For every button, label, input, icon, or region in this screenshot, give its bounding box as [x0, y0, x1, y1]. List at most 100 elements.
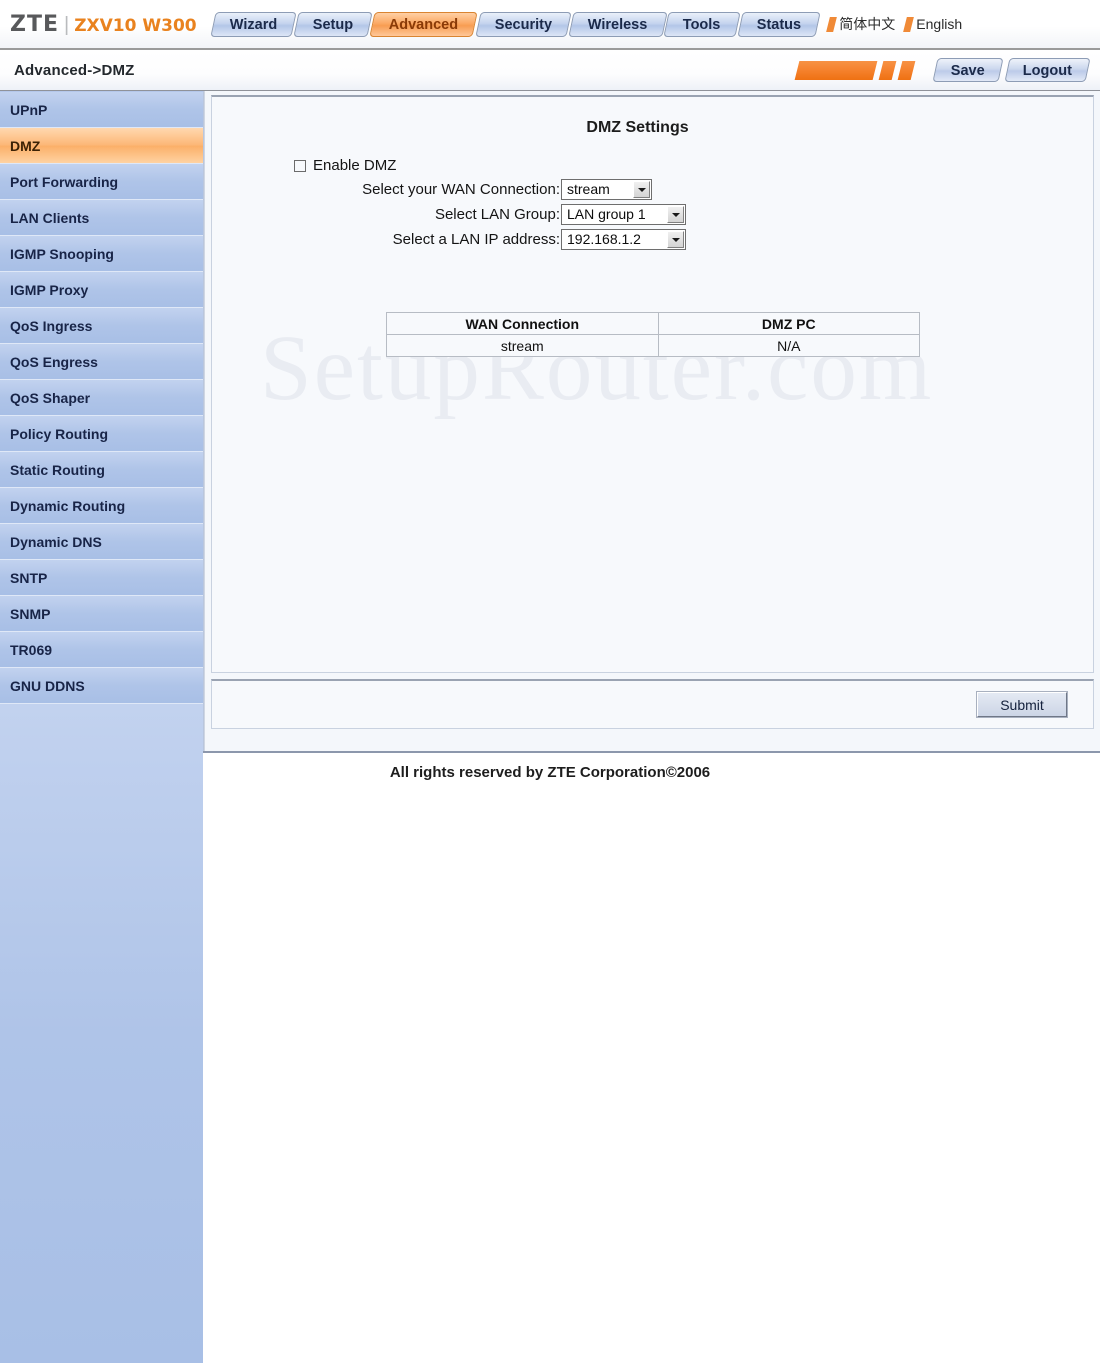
sidebar-filler: [0, 704, 203, 1363]
sidebar-item-label: SNMP: [10, 605, 51, 622]
sidebar-item-igmp-proxy[interactable]: IGMP Proxy: [0, 272, 203, 308]
language-english-label: English: [916, 16, 963, 32]
tab-setup-label: Setup: [312, 16, 354, 33]
sidebar-item-label: Policy Routing: [10, 425, 108, 442]
brand-separator: |: [64, 13, 70, 36]
column-header-wan-connection: WAN Connection: [385, 312, 660, 335]
sidebar-item-upnp[interactable]: UPnP: [0, 92, 203, 128]
logout-button[interactable]: Logout: [1004, 58, 1091, 82]
chevron-down-icon[interactable]: [633, 181, 650, 198]
tab-status-label: Status: [756, 16, 802, 33]
chevron-down-icon[interactable]: [667, 206, 684, 223]
sidebar-item-dynamic-dns[interactable]: Dynamic DNS: [0, 524, 203, 560]
lan-group-label: Select LAN Group:: [434, 206, 560, 223]
language-switcher: 简体中文 English: [826, 14, 963, 34]
sidebar-item-label: IGMP Proxy: [10, 281, 89, 298]
sidebar-item-qos-engress[interactable]: QoS Engress: [0, 344, 203, 380]
submit-bar: Submit: [211, 679, 1094, 729]
sidebar-item-label: DMZ: [10, 137, 41, 154]
breadcrumb-bar: Advanced->DMZ Save Logout: [0, 50, 1100, 90]
sidebar-item-label: QoS Engress: [10, 353, 98, 370]
save-button[interactable]: Save: [932, 58, 1004, 82]
language-chinese-label: 简体中文: [839, 16, 896, 32]
sidebar-item-sntp[interactable]: SNTP: [0, 560, 203, 596]
lan-ip-label: Select a LAN IP address:: [392, 231, 560, 248]
sidebar-item-lan-clients[interactable]: LAN Clients: [0, 200, 203, 236]
brand-model: ZXV10 W300: [74, 15, 197, 36]
dmz-settings-form: Enable DMZ Select your WAN Connection: s…: [212, 157, 1093, 250]
sidebar-item-label: IGMP Snooping: [10, 245, 114, 262]
sidebar-item-dynamic-routing[interactable]: Dynamic Routing: [0, 488, 203, 524]
wan-connection-label: Select your WAN Connection:: [362, 181, 560, 198]
language-link-chinese[interactable]: 简体中文: [826, 14, 896, 34]
submit-button[interactable]: Submit: [977, 692, 1067, 717]
slash-marker-icon: [826, 16, 838, 32]
tab-security-label: Security: [494, 16, 552, 33]
sidebar-item-label: LAN Clients: [10, 209, 90, 226]
tab-status[interactable]: Status: [737, 11, 821, 37]
sidebar-item-igmp-snooping[interactable]: IGMP Snooping: [0, 236, 203, 272]
breadcrumb: Advanced->DMZ: [14, 61, 135, 79]
main-content: SetupRouter.com DMZ Settings Enable DMZ …: [204, 91, 1100, 751]
sidebar-item-gnu-ddns[interactable]: GNU DDNS: [0, 668, 203, 704]
lan-ip-select[interactable]: 192.168.1.2: [561, 229, 686, 250]
tab-security[interactable]: Security: [474, 11, 572, 37]
decorative-bar-icon: [897, 60, 916, 80]
cell-dmz-pc: N/A: [658, 334, 920, 357]
column-header-dmz-pc: DMZ PC: [658, 312, 920, 335]
tab-wireless[interactable]: Wireless: [568, 11, 668, 37]
tab-tools[interactable]: Tools: [663, 11, 741, 37]
tab-wizard-label: Wizard: [229, 16, 277, 33]
sidebar-item-label: QoS Ingress: [10, 317, 93, 334]
tab-advanced[interactable]: Advanced: [369, 11, 479, 37]
sidebar-item-tr069[interactable]: TR069: [0, 632, 203, 668]
wan-connection-value: stream: [567, 181, 610, 197]
tab-tools-label: Tools: [683, 16, 721, 33]
page-title: DMZ Settings: [586, 119, 689, 136]
logout-button-label: Logout: [1022, 63, 1072, 79]
sidebar-item-label: TR069: [10, 641, 53, 658]
lan-group-row: Select LAN Group: LAN group 1: [292, 204, 1093, 225]
brand-name: ZTE: [10, 11, 59, 37]
lan-ip-row: Select a LAN IP address: 192.168.1.2: [292, 229, 1093, 250]
main-tabs: Wizard Setup Advanced Security Wireless …: [209, 11, 821, 37]
sidebar-item-label: Port Forwarding: [10, 173, 119, 190]
sidebar-item-dmz[interactable]: DMZ: [0, 128, 203, 164]
sidebar-item-qos-ingress[interactable]: QoS Ingress: [0, 308, 203, 344]
lan-group-value: LAN group 1: [567, 206, 646, 222]
sidebar-item-label: Dynamic DNS: [10, 533, 102, 550]
tab-wireless-label: Wireless: [587, 16, 648, 33]
save-button-label: Save: [950, 63, 985, 79]
enable-dmz-checkbox[interactable]: [294, 159, 306, 172]
page-body: UPnP DMZ Port Forwarding LAN Clients IGM…: [0, 90, 1100, 1363]
sidebar-item-port-forwarding[interactable]: Port Forwarding: [0, 164, 203, 200]
slash-marker-icon: [903, 16, 915, 32]
lan-group-select[interactable]: LAN group 1: [561, 204, 686, 225]
sidebar-item-label: GNU DDNS: [10, 677, 85, 694]
sidebar-item-qos-shaper[interactable]: QoS Shaper: [0, 380, 203, 416]
cell-wan-connection: stream: [385, 334, 660, 357]
wan-connection-row: Select your WAN Connection: stream: [292, 179, 1093, 200]
wan-connection-select[interactable]: stream: [561, 179, 652, 200]
sidebar-item-policy-routing[interactable]: Policy Routing: [0, 416, 203, 452]
sidebar-item-label: QoS Shaper: [10, 389, 91, 406]
sidebar-item-static-routing[interactable]: Static Routing: [0, 452, 203, 488]
tab-wizard[interactable]: Wizard: [209, 11, 297, 37]
tab-setup[interactable]: Setup: [293, 11, 373, 37]
tab-advanced-label: Advanced: [389, 16, 459, 33]
dmz-table: WAN Connection DMZ PC stream N/A: [385, 312, 920, 357]
sidebar-item-label: Dynamic Routing: [10, 497, 126, 514]
chevron-down-icon[interactable]: [667, 231, 684, 248]
sidebar-item-label: Static Routing: [10, 461, 105, 478]
language-link-english[interactable]: English: [903, 16, 963, 32]
footer-copyright: All rights reserved by ZTE Corporation©2…: [389, 764, 711, 781]
sidebar-item-label: UPnP: [10, 101, 48, 118]
lan-ip-value: 192.168.1.2: [567, 231, 641, 247]
enable-dmz-label: Enable DMZ: [313, 157, 397, 174]
sidebar-item-snmp[interactable]: SNMP: [0, 596, 203, 632]
brand-logo: ZTE | ZXV10 W300: [10, 12, 197, 37]
sidebar-item-label: SNTP: [10, 569, 48, 586]
header-actions: Save Logout: [794, 58, 1091, 82]
table-header-row: WAN Connection DMZ PC: [385, 312, 920, 335]
decorative-bar-icon: [794, 60, 878, 80]
